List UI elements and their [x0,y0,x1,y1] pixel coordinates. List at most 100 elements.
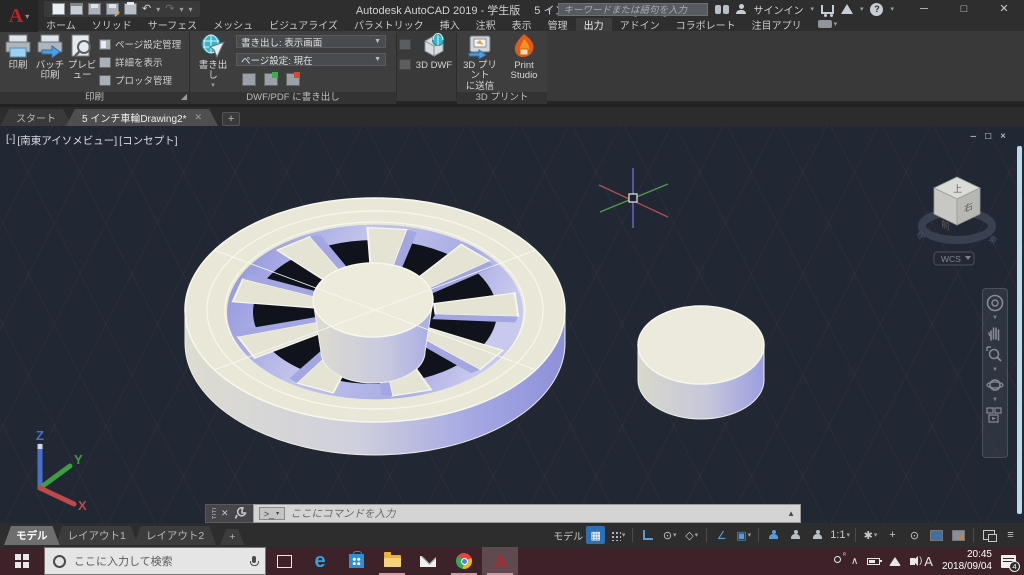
cylinder-solid[interactable] [638,306,764,419]
export-preview-icon[interactable] [242,73,256,86]
microphone-icon[interactable] [250,556,257,566]
help-search-input[interactable]: キーワードまたは語句を入力 [558,3,708,16]
autodesk-app-dropdown-icon[interactable]: ▾ [860,5,864,13]
export-target-dropdown[interactable]: 書き出し: 表示画面▼ [236,35,386,48]
minimize-button[interactable]: ─ [904,0,944,18]
action-center-button[interactable]: 4 [1001,555,1016,568]
orbit-icon[interactable] [986,376,1004,394]
plotter-manager-button[interactable]: プロッタ管理 [99,73,172,87]
ribbon-tab-solid[interactable]: ソリッド [84,18,140,31]
annotation-scale-button[interactable]: 1:1▾ [830,526,850,544]
3d-dwf-button[interactable]: 3D DWF [414,33,454,71]
ime-mode-button[interactable]: A [924,554,933,569]
ucs-icon[interactable]: Z Y X [36,428,87,513]
3d-print-panel-caption[interactable]: 3D プリント [457,92,547,104]
help-dropdown-icon[interactable]: ▾ [890,5,894,13]
new-drawing-tab-button[interactable]: + [222,112,240,126]
customize-wrench-icon[interactable] [234,507,247,520]
snap-toggle[interactable]: ▾ [608,526,627,544]
viewcube[interactable]: 南 東 上 前 右 WCS [912,164,1002,276]
restore-button[interactable]: □ [944,0,984,18]
workspace-switching-button[interactable]: ✱▾ [861,526,880,544]
drawing-viewport[interactable]: [-] [南東アイソメビュー] [コンセプト] – □ × [0,126,1024,523]
task-view-button[interactable] [266,547,302,575]
export-button[interactable]: 書き出し ▾ [196,33,230,90]
close-button[interactable]: ✕ [984,0,1024,18]
ribbon-tab-visualize[interactable]: ビジュアライズ [261,18,346,31]
ribbon-tab-featured-apps[interactable]: 注目アプリ [744,18,810,31]
orbit-dropdown-icon[interactable]: ▼ [992,398,998,402]
dialog-launcher-icon[interactable]: ◢ [181,91,187,103]
save-as-icon[interactable] [106,3,119,15]
mail-button[interactable] [410,547,446,575]
crosshair-size-button[interactable]: + [883,526,902,544]
batch-plot-button[interactable]: バッチ 印刷 [35,33,65,82]
ribbon-tab-output[interactable]: 出力 [576,18,612,31]
clean-screen-button[interactable] [979,526,998,544]
ribbon-tab-annotate[interactable]: 注釈 [468,18,504,31]
navwheel-dropdown-icon[interactable]: ▼ [992,316,998,320]
object-snap-toggle[interactable]: ▣▾ [734,526,753,544]
save-icon[interactable] [88,3,101,15]
ribbon-tab-manage[interactable]: 管理 [540,18,576,31]
ribbon-tab-addins[interactable]: アドイン [612,18,668,31]
ribbon-state-dropdown-icon[interactable]: ▾ [834,20,838,31]
plot-panel-caption[interactable]: 印刷◢ [0,92,189,104]
object-snap-tracking-toggle[interactable]: ∠ [712,526,731,544]
command-close-icon[interactable]: ✕ [221,508,229,519]
application-menu-button[interactable]: A▾ [0,0,38,32]
ribbon-tab-view[interactable]: 表示 [504,18,540,31]
ribbon-tab-parametric[interactable]: パラメトリック [346,18,432,31]
file-tab-drawing[interactable]: 5 インチ車輪Drawing2*✕ [66,109,218,126]
app-store-cart-icon[interactable] [821,5,834,14]
file-tab-start[interactable]: スタート [0,109,72,126]
viewport-scrollbar[interactable] [1017,146,1022,514]
search-binoculars-icon[interactable] [715,5,729,14]
open-file-icon[interactable] [70,3,83,15]
ribbon-tab-home[interactable]: ホーム [38,18,84,31]
export-panel-caption[interactable]: DWF/PDF に書き出し [190,92,396,104]
battery-icon[interactable] [867,558,880,565]
new-layout-button[interactable]: + [220,529,244,545]
help-icon[interactable]: ? [870,3,883,16]
isometric-drafting-toggle[interactable]: ◇▾ [682,526,701,544]
start-button[interactable] [0,547,44,575]
drag-grip-icon[interactable] [212,508,216,519]
page-setup-manager-button[interactable]: ページ設定管理 [99,37,181,51]
annotation-visibility-toggle[interactable] [764,526,783,544]
command-prompt-icon[interactable]: >_▾ [259,507,285,520]
ribbon-tab-collaborate[interactable]: コラボレート [668,18,744,31]
wheel-solid[interactable] [185,198,565,455]
page-setup-dropdown[interactable]: ページ設定: 現在▼ [236,53,386,66]
ribbon-tab-insert[interactable]: 挿入 [432,18,468,31]
edge-button[interactable]: e [302,547,338,575]
annotation-autoscale-toggle[interactable] [786,526,805,544]
viewcube-cube[interactable]: 上 前 右 [934,177,980,234]
zoom-dropdown-icon[interactable]: ▼ [992,368,998,372]
plot-icon[interactable] [124,3,137,15]
redo-dropdown-icon[interactable]: ▾ [179,5,183,14]
export-pdf-icon[interactable] [286,73,300,86]
ribbon-tab-surface[interactable]: サーフェス [140,18,205,31]
chrome-button[interactable] [446,547,482,575]
model-space-toggle[interactable]: モデル [553,526,583,544]
wcs-dropdown[interactable]: WCS [934,252,974,265]
speaker-icon[interactable] [910,558,915,565]
store-button[interactable] [338,547,374,575]
grid-toggle[interactable]: ▦ [586,526,605,544]
recent-commands-icon[interactable]: ▲ [787,509,795,518]
command-line-grip[interactable]: ✕ [205,504,253,523]
taskbar-search-input[interactable]: ここに入力して検索 [44,547,266,575]
autocad-taskbar-button[interactable]: A [482,547,518,575]
ortho-toggle[interactable] [638,526,657,544]
ribbon-tab-mesh[interactable]: メッシュ [205,18,261,31]
layout1-tab[interactable]: レイアウト1 [56,526,138,545]
clock[interactable]: 20:45 2018/09/04 [942,549,992,574]
model-tab[interactable]: モデル [4,526,60,545]
isolate-objects-button[interactable]: ⊙ [905,526,924,544]
layout2-tab[interactable]: レイアウト2 [134,526,216,545]
redo-icon[interactable]: ↷ [165,4,174,15]
sign-in-button[interactable]: サインイン [753,2,803,17]
pan-hand-icon[interactable] [986,324,1004,342]
zoom-icon[interactable] [986,346,1004,364]
